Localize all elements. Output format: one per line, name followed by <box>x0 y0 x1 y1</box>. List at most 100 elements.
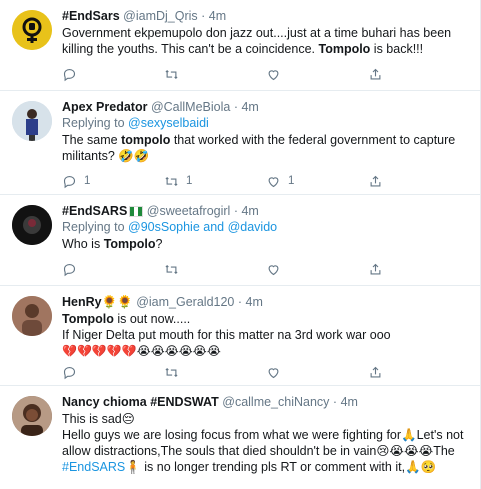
tweet-text-part: is back!!! <box>370 42 424 56</box>
tweet-text: This is sad😔 Hello guys we are losing fo… <box>62 411 470 475</box>
tweet-text: The same tompolo that worked with the fe… <box>62 132 470 164</box>
like-button[interactable] <box>266 365 368 380</box>
share-button[interactable] <box>368 262 470 277</box>
timestamp[interactable]: 4m <box>341 395 358 409</box>
tweet-text-part: Who is <box>62 237 104 251</box>
timestamp[interactable]: 4m <box>241 204 258 218</box>
tweet-header: #EndSARS @sweetafrogirl · 4m <box>62 203 470 219</box>
keyword: Tompolo <box>103 237 156 251</box>
share-button[interactable] <box>368 67 470 82</box>
handle[interactable]: @sweetafrogirl <box>147 204 231 218</box>
replying-to-user[interactable]: @90sSophie and @davido <box>128 220 277 234</box>
handle[interactable]: @iam_Gerald120 <box>136 295 234 309</box>
handle[interactable]: @iamDj_Qris <box>123 9 198 23</box>
avatar[interactable] <box>12 296 52 336</box>
display-name[interactable]: #EndSars <box>62 9 120 23</box>
tweet[interactable]: #EndSARS @sweetafrogirl · 4m Replying to… <box>0 195 480 286</box>
like-count: 1 <box>288 175 295 187</box>
retweet-button[interactable] <box>164 365 266 380</box>
tweet-line: Hello guys we are losing focus from what… <box>62 427 470 475</box>
tweet-text-part: ? <box>155 237 163 251</box>
separator: · <box>233 100 238 114</box>
like-icon <box>268 69 279 80</box>
tweet-header: HenRy🌻🌻 @iam_Gerald120 · 4m <box>62 294 470 310</box>
handle[interactable]: @CallMeBiola <box>151 100 230 114</box>
timestamp[interactable]: 4m <box>209 9 226 23</box>
retweet-button[interactable] <box>164 262 266 277</box>
replying-to-user[interactable]: @sexyselbaidi <box>128 116 209 130</box>
display-name[interactable]: #EndSARS <box>62 204 127 218</box>
retweet-icon <box>165 69 178 79</box>
tweet-text-part: The same <box>62 133 122 147</box>
emoji-line: 💔💔💔💔💔😭😭😭😭😭😭 <box>62 344 221 358</box>
reply-icon <box>63 366 76 379</box>
keyword: Tompolo <box>318 42 371 56</box>
tweet-actions <box>62 63 470 85</box>
avatar[interactable] <box>12 205 52 245</box>
like-button[interactable]: 1 <box>266 174 368 189</box>
reply-button[interactable] <box>62 262 164 277</box>
separator: · <box>201 9 206 23</box>
reply-icon <box>63 263 76 276</box>
reply-button[interactable]: 1 <box>62 174 164 189</box>
tweet-actions <box>62 361 470 383</box>
tweet[interactable]: HenRy🌻🌻 @iam_Gerald120 · 4m Tompolo is o… <box>0 286 480 386</box>
handle[interactable]: @callme_chiNancy <box>222 395 329 409</box>
timestamp[interactable]: 4m <box>246 295 263 309</box>
share-icon <box>370 68 381 79</box>
share-button[interactable] <box>368 174 470 189</box>
reply-icon <box>63 175 76 188</box>
separator: · <box>233 204 238 218</box>
retweet-button[interactable] <box>164 67 266 82</box>
reply-icon <box>63 68 76 81</box>
hashtag-link[interactable]: #EndSARS <box>62 460 125 474</box>
like-icon <box>268 367 279 378</box>
share-icon <box>370 175 381 186</box>
tweet-text: Who is Tompolo? <box>62 236 470 252</box>
share-button[interactable] <box>368 365 470 380</box>
tweet-text-part: Hello guys we are losing focus from what… <box>62 428 464 458</box>
display-name[interactable]: Nancy chioma #ENDSWAT <box>62 395 219 409</box>
separator: · <box>237 295 243 309</box>
share-icon <box>370 263 381 274</box>
tweet[interactable]: Nancy chioma #ENDSWAT @callme_chiNancy ·… <box>0 386 480 489</box>
retweet-button[interactable]: 1 <box>164 174 266 189</box>
reply-button[interactable] <box>62 365 164 380</box>
profile-photo-icon <box>12 296 52 336</box>
avatar[interactable] <box>12 396 52 436</box>
avatar[interactable] <box>12 101 52 141</box>
person-photo-icon <box>12 101 52 141</box>
replying-to: Replying to @sexyselbaidi <box>62 115 470 131</box>
like-icon <box>268 176 279 187</box>
retweet-count: 1 <box>186 175 193 187</box>
reply-button[interactable] <box>62 67 164 82</box>
profile-photo-icon <box>12 396 52 436</box>
tweet-feed: #EndSars @iamDj_Qris · 4m Government ekp… <box>0 0 481 489</box>
reply-count: 1 <box>84 175 91 187</box>
keyword: Tompolo <box>62 312 114 326</box>
feminist-fist-icon <box>12 10 52 50</box>
tweet[interactable]: #EndSars @iamDj_Qris · 4m Government ekp… <box>0 0 480 91</box>
tweet-text-part: is out now..... <box>113 312 191 326</box>
tweet-actions: 1 1 1 <box>62 170 470 192</box>
retweet-icon <box>165 367 178 377</box>
avatar[interactable] <box>12 10 52 50</box>
display-name[interactable]: Apex Predator <box>62 100 147 114</box>
nigeria-flag-icon <box>129 206 144 218</box>
keyword: tompolo <box>121 133 171 147</box>
profile-photo-icon <box>12 205 52 245</box>
timestamp[interactable]: 4m <box>241 100 258 114</box>
share-icon <box>370 366 381 377</box>
replying-to: Replying to @90sSophie and @davido <box>62 219 470 235</box>
like-icon <box>268 264 279 275</box>
like-button[interactable] <box>266 67 368 82</box>
like-button[interactable] <box>266 262 368 277</box>
separator: · <box>332 395 338 409</box>
tweet-line: This is sad😔 <box>62 412 135 426</box>
tweet[interactable]: Apex Predator @CallMeBiola · 4m Replying… <box>0 91 480 195</box>
display-name[interactable]: HenRy🌻🌻 <box>62 295 133 309</box>
tweet-header: Nancy chioma #ENDSWAT @callme_chiNancy ·… <box>62 394 470 410</box>
tweet-text: Government ekpemupolo don jazz out....ju… <box>62 25 470 57</box>
replying-to-label: Replying to <box>62 220 129 234</box>
tweet-text: Tompolo is out now..... If Niger Delta p… <box>62 311 470 359</box>
